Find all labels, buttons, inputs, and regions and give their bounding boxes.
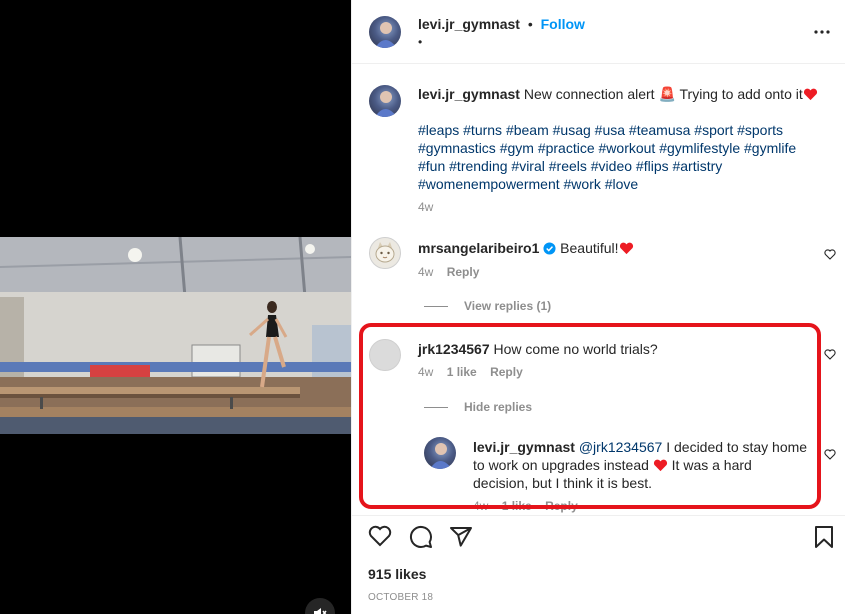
share-button[interactable]	[449, 525, 475, 551]
post-header: levi.jr_gymnast • Follow •	[352, 0, 845, 64]
post-actions: 915 likes OCTOBER 18	[352, 515, 845, 614]
caption-username[interactable]: levi.jr_gymnast	[418, 86, 520, 102]
verified-badge-icon	[543, 242, 556, 255]
gymnastics-video-still	[0, 237, 351, 434]
comment-text: Beautiful!	[560, 240, 619, 256]
hashtags-line[interactable]: #fun #trending #viral #reels #video #fli…	[418, 157, 818, 175]
mute-button[interactable]	[305, 598, 335, 614]
view-replies-label: View replies (1)	[464, 299, 552, 313]
comment-button[interactable]	[409, 525, 435, 551]
speaker-muted-icon	[314, 608, 327, 614]
comment: mrsangelaribeiro1 Beautiful!	[418, 239, 634, 257]
red-heart-icon	[619, 242, 633, 255]
view-replies-button[interactable]: View replies (1)	[424, 299, 551, 313]
comment-time[interactable]: 4w	[418, 265, 433, 279]
bookmark-icon	[815, 526, 833, 548]
avatar-image	[375, 22, 397, 48]
hashtags-line[interactable]: #gymnastics #gym #practice #workout #gym…	[418, 139, 818, 157]
avatar[interactable]	[369, 16, 401, 48]
heart-outline-icon	[824, 249, 836, 260]
reply-button[interactable]: Reply	[447, 265, 480, 279]
header-separator: •	[527, 16, 533, 32]
like-comment-button[interactable]	[824, 247, 838, 261]
heart-outline-icon	[824, 449, 836, 460]
heart-outline-icon	[368, 525, 392, 547]
post-media[interactable]	[0, 0, 351, 614]
post-date[interactable]: OCTOBER 18	[368, 592, 433, 603]
likes-count[interactable]: 915 likes	[368, 566, 426, 582]
hashtags-line[interactable]: #womenempowerment #work #love	[418, 175, 818, 193]
commenter-avatar[interactable]	[369, 237, 401, 269]
caption-time[interactable]: 4w	[418, 200, 433, 214]
like-reply-button[interactable]	[824, 447, 838, 461]
caption: levi.jr_gymnast New connection alert 🚨 T…	[418, 85, 818, 103]
caption-text: New connection alert 🚨 Trying to add ont…	[523, 86, 803, 102]
video-frame[interactable]	[0, 237, 351, 434]
like-button[interactable]	[368, 525, 394, 551]
header-username[interactable]: levi.jr_gymnast	[418, 16, 520, 32]
like-comment-button[interactable]	[824, 347, 838, 361]
hashtags-line[interactable]: #leaps #turns #beam #usag #usa #teamusa …	[418, 121, 818, 139]
red-heart-icon	[803, 88, 817, 101]
paper-plane-icon	[450, 527, 472, 547]
caption-hashtags: #leaps #turns #beam #usag #usa #teamusa …	[418, 121, 818, 193]
more-horizontal-icon	[814, 30, 830, 34]
header-sub: •	[418, 35, 423, 49]
cat-avatar-image	[375, 242, 395, 263]
comment-meta: 4w Reply	[418, 265, 479, 279]
highlight-annotation	[359, 323, 821, 509]
speech-bubble-icon	[409, 525, 432, 548]
follow-button[interactable]: Follow	[541, 16, 585, 32]
caption-avatar[interactable]	[369, 85, 401, 117]
heart-outline-icon	[824, 349, 836, 360]
more-options-button[interactable]	[810, 22, 834, 42]
header-author: levi.jr_gymnast • Follow	[418, 15, 585, 33]
save-button[interactable]	[814, 525, 840, 551]
post-details-panel: levi.jr_gymnast • Follow • levi.jr_gymna…	[351, 0, 845, 614]
replies-line	[424, 305, 448, 307]
comment-username[interactable]: mrsangelaribeiro1	[418, 240, 539, 256]
avatar-image	[375, 91, 397, 117]
